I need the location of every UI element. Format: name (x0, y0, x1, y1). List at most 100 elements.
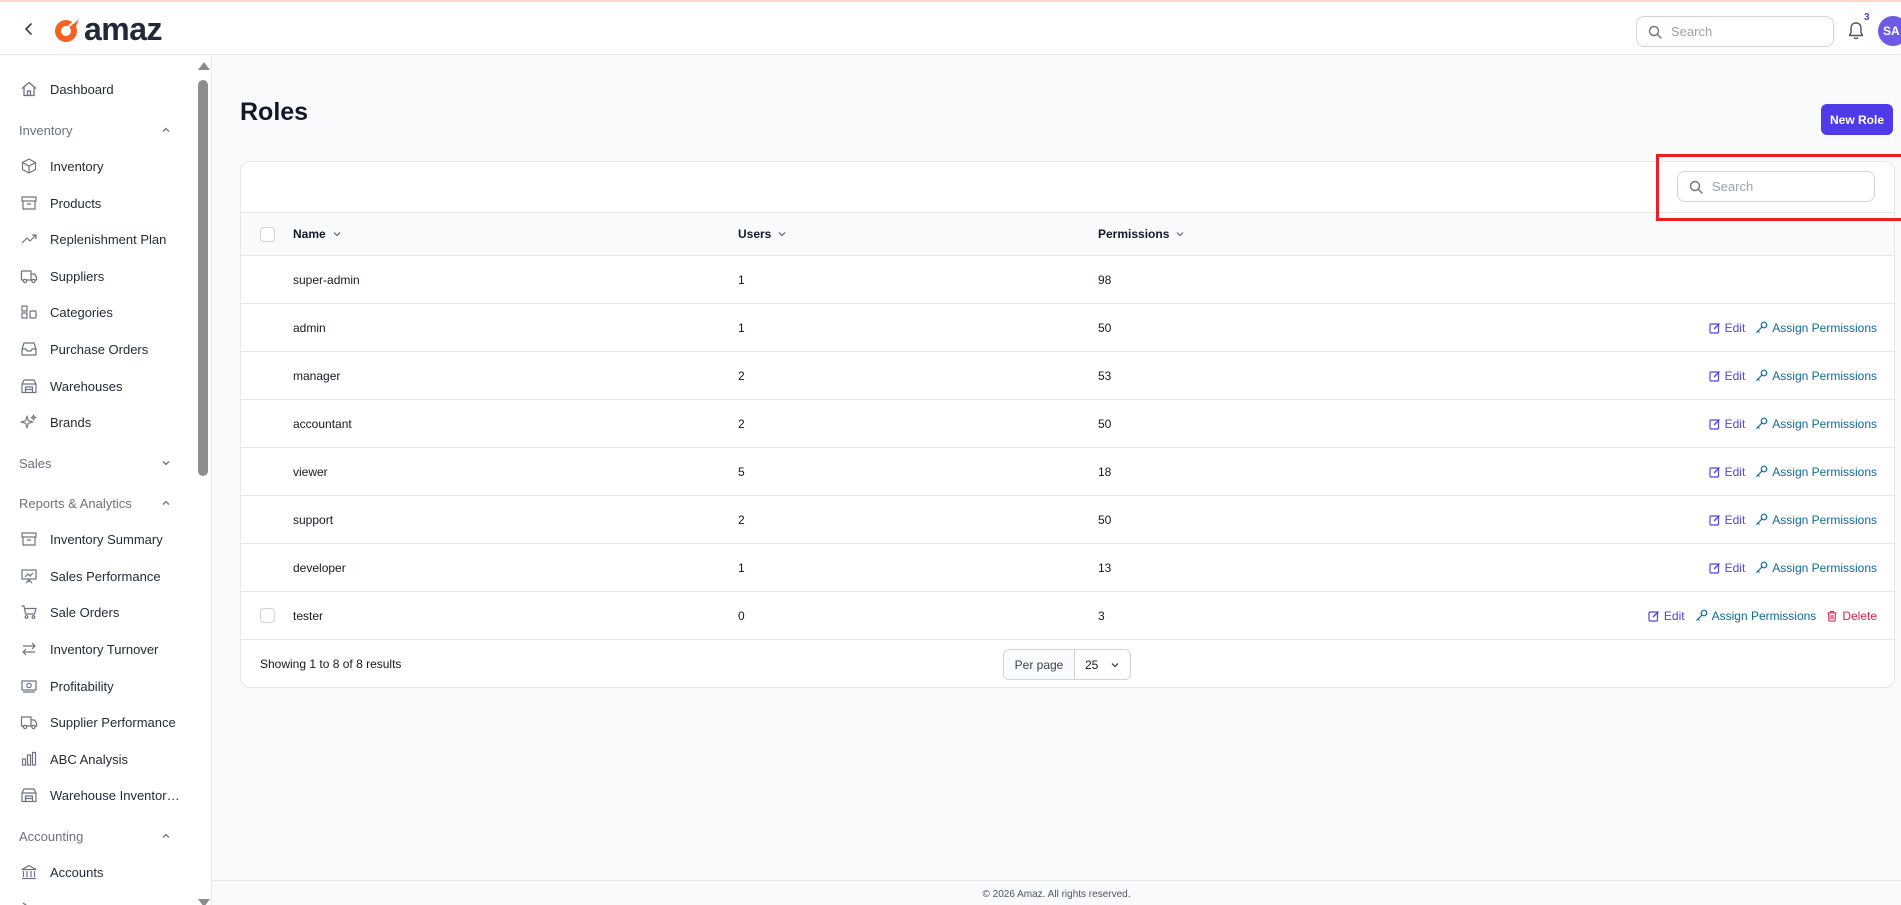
sidebar-group-sales[interactable]: Sales (19, 453, 171, 473)
edit-label: Edit (1663, 608, 1685, 623)
avatar[interactable]: SA (1878, 16, 1901, 46)
global-search[interactable] (1636, 16, 1834, 47)
sidebar-item-dashboard[interactable]: Dashboard (19, 76, 114, 102)
bar-chart-icon (19, 749, 39, 769)
column-header-label: Name (293, 227, 326, 241)
assign-permissions-button[interactable]: Assign Permissions (1695, 609, 1816, 623)
edit-button[interactable]: Edit (1709, 465, 1745, 479)
sidebar-group-reports[interactable]: Reports & Analytics (19, 493, 171, 513)
sidebar-item-inventory[interactable]: Inventory (19, 153, 103, 179)
pencil-square-icon (1709, 562, 1720, 574)
select-all-checkbox[interactable] (260, 227, 275, 242)
per-page-select[interactable]: Per page 25 (1003, 649, 1131, 680)
sidebar-item-inventory-turnover[interactable]: Inventory Turnover (19, 636, 158, 662)
column-header-permissions[interactable]: Permissions (1098, 213, 1185, 255)
back-button[interactable] (18, 18, 40, 40)
global-search-input[interactable] (1671, 24, 1821, 39)
sidebar-item-accounts[interactable]: Accounts (19, 859, 103, 885)
delete-button[interactable]: Delete (1826, 609, 1877, 623)
edit-button[interactable]: Edit (1709, 416, 1746, 431)
new-role-button[interactable]: New Role (1821, 104, 1893, 135)
role-permissions: 3 (1098, 608, 1105, 623)
row-actions: Edit Assign Permissions (1709, 400, 1877, 447)
table-row[interactable]: tester 0 3 Edit Assign Permissions Delet… (241, 592, 1894, 640)
edit-button[interactable]: Edit (1648, 609, 1685, 623)
edit-button[interactable]: Edit (1709, 561, 1745, 575)
search-icon (1648, 25, 1662, 39)
table-row[interactable]: support 2 50 Edit Assign Permissions (241, 496, 1894, 544)
pencil-square-icon (1709, 514, 1720, 526)
bell-icon[interactable] (1846, 20, 1866, 42)
sidebar-item-products[interactable]: Products (19, 190, 101, 216)
sidebar-item-supplier-performance[interactable]: Supplier Performance (19, 709, 176, 735)
scroll-up-arrow-icon[interactable] (198, 62, 210, 70)
sidebar-item-label: Accounts (50, 864, 104, 880)
bank-icon (19, 862, 39, 882)
edit-button[interactable]: Edit (1709, 321, 1745, 335)
role-name: viewer (293, 464, 328, 479)
edit-button[interactable]: Edit (1709, 368, 1746, 383)
sidebar-item-suppliers[interactable]: Suppliers (19, 263, 104, 289)
scroll-down-arrow-icon[interactable] (198, 899, 210, 905)
assign-permissions-button[interactable]: Assign Permissions (1755, 369, 1877, 383)
sidebar-item-categories[interactable]: Categories (19, 299, 113, 325)
sidebar-item-label: ABC Analysis (50, 751, 129, 767)
table-row[interactable]: super-admin 1 98 (241, 256, 1894, 304)
row-actions: Edit Assign Permissions Delete (1648, 592, 1877, 639)
edit-label: Edit (1724, 416, 1746, 431)
sidebar-group-accounting[interactable]: Accounting (19, 826, 171, 846)
table-row[interactable]: accountant 2 50 Edit Assign Permissions (241, 400, 1894, 448)
role-name: support (293, 512, 334, 527)
sidebar-scrollbar[interactable] (196, 56, 210, 905)
key-icon (1756, 513, 1768, 525)
search-icon (1689, 180, 1703, 194)
sidebar-group-label: Reports & Analytics (19, 495, 132, 511)
assign-permissions-button[interactable]: Assign Permissions (1755, 465, 1877, 479)
row-actions: Edit Assign Permissions (1709, 304, 1877, 351)
table-search-input[interactable] (1712, 179, 1862, 194)
sidebar-item-replenishment-plan[interactable]: Replenishment Plan (19, 226, 166, 252)
column-header-name[interactable]: Name (293, 213, 342, 255)
sidebar-item-warehouse-inventory[interactable]: Warehouse Inventor… (19, 782, 180, 808)
role-name: manager (293, 368, 341, 383)
column-header-users[interactable]: Users (738, 213, 787, 255)
trending-up-icon (19, 229, 39, 249)
sidebar-item-purchase-orders[interactable]: Purchase Orders (19, 336, 148, 362)
edit-button[interactable]: Edit (1709, 513, 1745, 527)
sidebar-item-sale-orders[interactable]: Sale Orders (19, 599, 119, 625)
assign-permissions-button[interactable]: Assign Permissions (1755, 561, 1877, 575)
logo[interactable]: amaz (52, 13, 163, 45)
sidebar-item-profitability[interactable]: Profitability (19, 673, 114, 699)
truck-icon (19, 266, 39, 286)
per-page-dropdown[interactable]: 25 (1075, 650, 1130, 679)
role-permissions: 50 (1098, 320, 1112, 335)
table-row[interactable]: viewer 5 18 Edit Assign Permissions (241, 448, 1894, 496)
scrollbar-thumb[interactable] (198, 80, 208, 476)
sidebar-item-brands[interactable]: Brands (19, 409, 91, 435)
sidebar-item-sales-performance[interactable]: Sales Performance (19, 563, 161, 589)
column-header-label: Users (738, 227, 772, 241)
table-search[interactable] (1677, 171, 1875, 202)
sidebar-item-abc-analysis[interactable]: ABC Analysis (19, 746, 128, 772)
assign-permissions-button[interactable]: Assign Permissions (1755, 417, 1877, 431)
assign-permissions-button[interactable]: Assign Permissions (1755, 321, 1877, 335)
key-icon (1695, 609, 1708, 621)
pencil-square-icon (1709, 418, 1720, 430)
sidebar-item-label: Profitability (50, 678, 114, 694)
sidebar-item-warehouses[interactable]: Warehouses (19, 373, 123, 399)
sidebar-group-label: Inventory (19, 122, 73, 138)
row-checkbox[interactable] (260, 608, 275, 623)
home-icon (19, 79, 39, 99)
sidebar-group-inventory[interactable]: Inventory (19, 120, 171, 140)
role-permissions: 50 (1098, 512, 1112, 527)
assign-permissions-button[interactable]: Assign Permissions (1755, 513, 1877, 527)
sidebar-item-inventory-summary[interactable]: Inventory Summary (19, 526, 163, 552)
roles-table-card: Name Users Permissions super-admin 1 98 … (240, 161, 1895, 688)
edit-label: Edit (1724, 368, 1746, 383)
page-footer: © 2026 Amaz. All rights reserved. (212, 880, 1901, 905)
table-row[interactable]: admin 1 50 Edit Assign Permissions (241, 304, 1894, 352)
table-row[interactable]: manager 2 53 Edit Assign Permissions (241, 352, 1894, 400)
table-row[interactable]: developer 1 13 Edit Assign Permissions (241, 544, 1894, 592)
top-bar: amaz 3 SA (0, 0, 1901, 55)
sidebar-item-partial[interactable] (19, 896, 50, 905)
